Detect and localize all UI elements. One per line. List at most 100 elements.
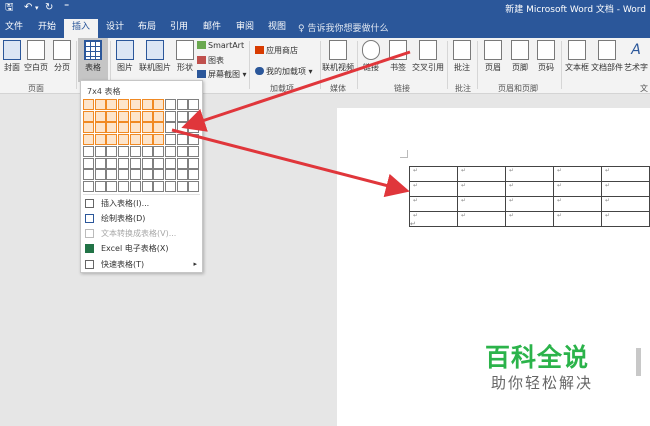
grid-cell[interactable] [94,157,106,169]
table-cell[interactable]: ↵ [409,166,458,182]
grid-cell[interactable] [188,145,200,157]
cross-reference-button[interactable]: 交叉引用 [410,40,446,73]
tab-review[interactable]: 审阅 [236,21,254,34]
grid-cell[interactable] [129,180,141,192]
grid-cell[interactable] [153,122,165,134]
grid-cell[interactable] [94,99,106,110]
grid-cell[interactable] [153,99,165,110]
redo-icon[interactable]: ↻ [45,1,53,15]
grid-cell[interactable] [129,134,141,146]
grid-cell[interactable] [153,169,165,181]
table-cell[interactable]: ↵ [553,211,602,227]
table-cell[interactable]: ↵ [409,181,458,197]
grid-cell[interactable] [118,99,130,110]
table-cell[interactable]: ↵ [409,196,458,212]
grid-cell[interactable] [176,110,188,122]
page-number-button[interactable]: 页码 [532,40,560,73]
grid-cell[interactable] [141,169,153,181]
grid-cell[interactable] [118,110,130,122]
grid-cell[interactable] [106,134,118,146]
grid-cell[interactable] [188,180,200,192]
table-cell[interactable]: ↵ [505,211,554,227]
insert-table-item[interactable]: 插入表格(I)... [81,196,202,211]
customize-toolbar-icon[interactable]: ⁼ [64,1,69,15]
footer-button[interactable]: 页脚 [506,40,534,73]
grid-cell[interactable] [153,145,165,157]
page-break-button[interactable]: 分页 [46,40,78,73]
undo-dropdown-icon[interactable]: ▾ [35,1,39,15]
grid-cell[interactable] [188,122,200,134]
grid-cell[interactable] [164,110,176,122]
chart-button[interactable]: 图表 [197,55,224,66]
grid-cell[interactable] [153,157,165,169]
quick-tables-item[interactable]: 快速表格(T) ▸ [81,257,202,272]
table-cell[interactable]: ↵ [505,181,554,197]
grid-cell[interactable] [176,145,188,157]
my-addins-button[interactable]: 我的加载项 ▾ [255,66,313,77]
grid-cell[interactable] [83,145,94,157]
grid-cell[interactable] [118,145,130,157]
table-cell[interactable]: ↵ [553,166,602,182]
table-cell[interactable]: ↵ [505,196,554,212]
grid-cell[interactable] [141,122,153,134]
table-cell[interactable]: ↵ [457,181,506,197]
grid-cell[interactable] [129,122,141,134]
grid-cell[interactable] [83,134,94,146]
wordart-button[interactable]: A 艺术字 [620,40,650,73]
grid-cell[interactable] [129,110,141,122]
comment-button[interactable]: 批注 [447,40,477,73]
grid-cell[interactable] [129,145,141,157]
grid-cell[interactable] [164,145,176,157]
grid-cell[interactable] [83,99,94,110]
store-button[interactable]: 应用商店 [255,45,298,56]
grid-cell[interactable] [118,157,130,169]
grid-cell[interactable] [83,180,94,192]
grid-cell[interactable] [94,145,106,157]
table-cell[interactable]: ↵ [601,166,650,182]
excel-spreadsheet-item[interactable]: Excel 电子表格(X) [81,241,202,256]
grid-cell[interactable] [176,99,188,110]
grid-cell[interactable] [188,110,200,122]
grid-cell[interactable] [164,169,176,181]
grid-cell[interactable] [106,122,118,134]
grid-cell[interactable] [188,99,200,110]
table-cell[interactable]: ↵ [601,181,650,197]
grid-cell[interactable] [94,134,106,146]
tab-references[interactable]: 引用 [170,21,188,34]
table-cell[interactable]: ↵ [457,211,506,227]
grid-cell[interactable] [129,99,141,110]
grid-cell[interactable] [164,180,176,192]
grid-cell[interactable] [129,169,141,181]
tab-mailings[interactable]: 邮件 [203,21,221,34]
tab-design[interactable]: 设计 [106,21,124,34]
grid-cell[interactable] [118,169,130,181]
bookmark-button[interactable]: 书签 [384,40,412,73]
grid-cell[interactable] [164,157,176,169]
grid-cell[interactable] [106,169,118,181]
link-button[interactable]: 链接 [357,40,385,73]
grid-cell[interactable] [118,180,130,192]
online-video-button[interactable]: 联机视频 [320,40,356,73]
vertical-scrollbar[interactable] [636,348,641,376]
document-table[interactable]: ↵ ↵ ↵ ↵ ↵ ↵ ↵ ↵ ↵ ↵ ↵ ↵ ↵ ↵ ↵ ↵ ↵ ↵ ↵ ↵ [409,166,650,227]
grid-cell[interactable] [164,99,176,110]
grid-cell[interactable] [176,180,188,192]
grid-cell[interactable] [106,180,118,192]
grid-cell[interactable] [94,110,106,122]
tab-insert[interactable]: 插入 [64,19,99,38]
grid-cell[interactable] [153,180,165,192]
undo-icon[interactable]: ↶ [24,1,32,15]
grid-cell[interactable] [141,134,153,146]
table-button[interactable]: 表格 [78,38,108,82]
save-icon[interactable]: 🖫 [5,1,14,15]
table-cell[interactable]: ↵ [553,181,602,197]
grid-cell[interactable] [153,110,165,122]
grid-cell[interactable] [141,145,153,157]
grid-cell[interactable] [176,134,188,146]
table-cell[interactable]: ↵ [409,211,458,227]
smartart-button[interactable]: SmartArt [197,41,244,50]
grid-cell[interactable] [83,157,94,169]
tab-file[interactable]: 文件 [5,21,23,34]
grid-cell[interactable] [118,134,130,146]
grid-cell[interactable] [106,145,118,157]
